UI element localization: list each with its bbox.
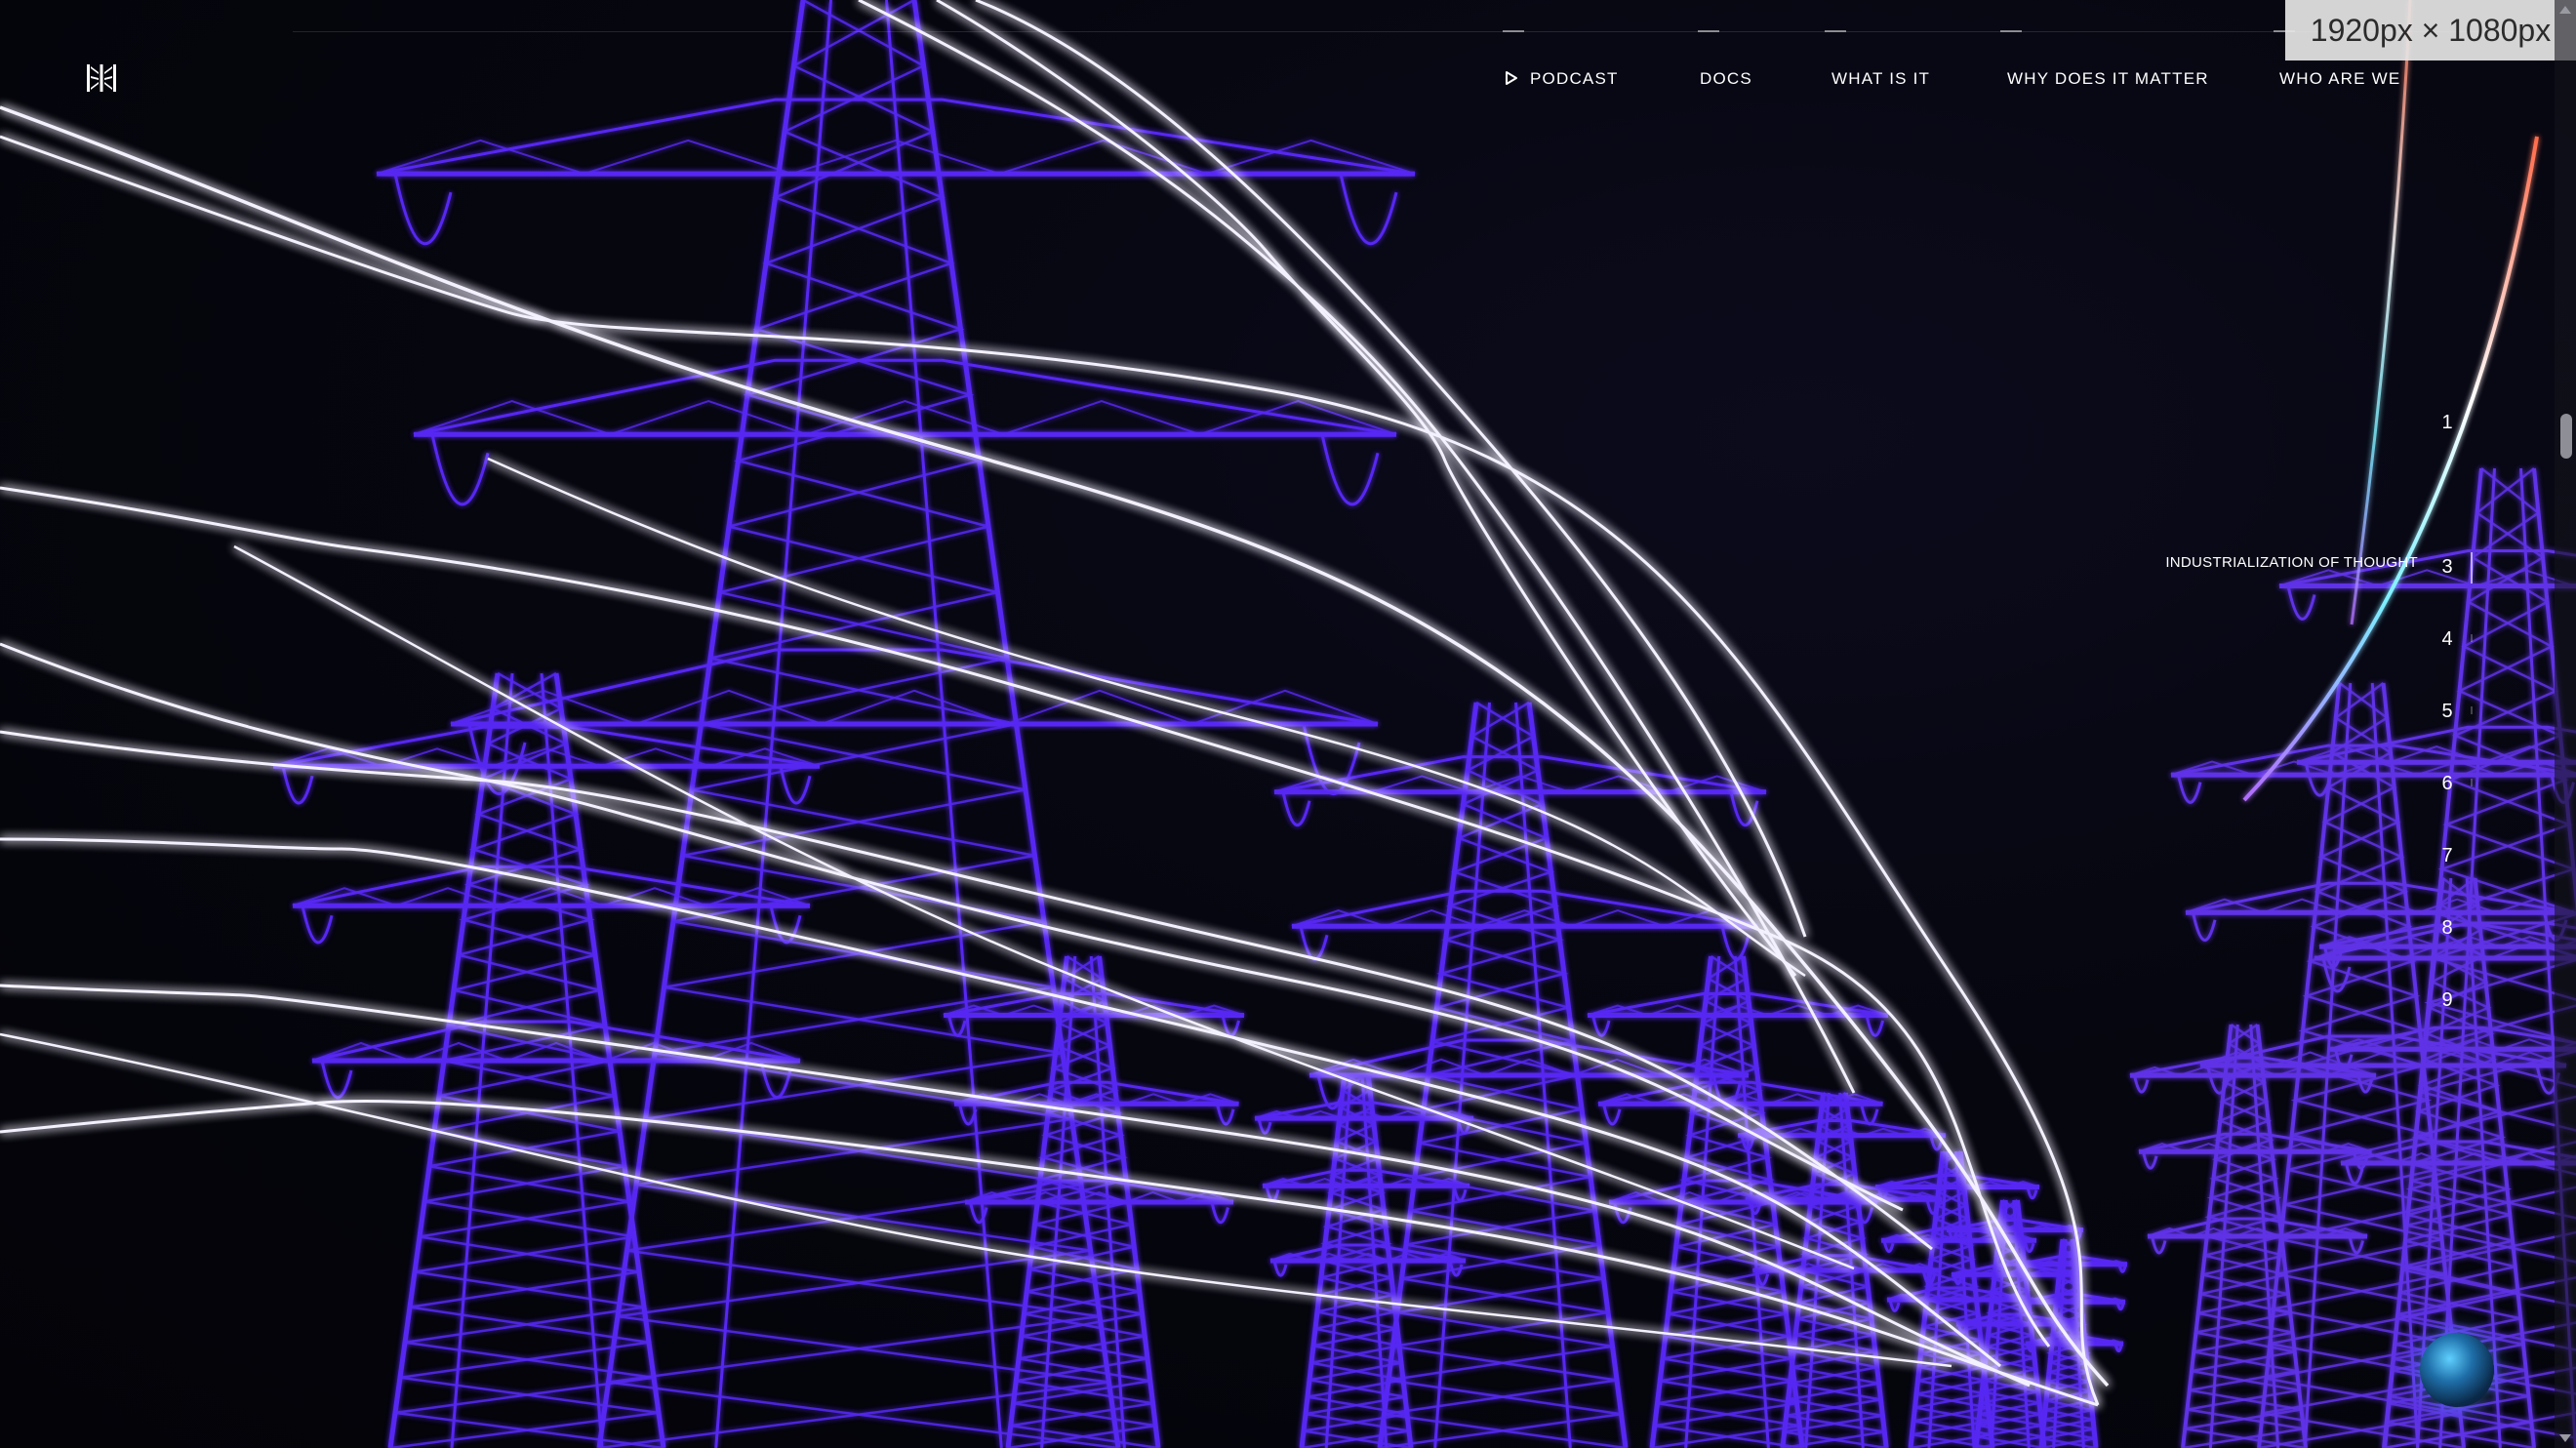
artwork-stroke [2142, 1150, 2158, 1170]
artwork-stroke [311, 1041, 801, 1063]
artwork-stroke [1591, 1015, 1611, 1037]
scrollbar-thumb[interactable] [2560, 414, 2572, 459]
artwork-stroke [1221, 1015, 1240, 1037]
section-tick [2471, 779, 2473, 786]
artwork-stroke [450, 689, 1379, 726]
active-section-label: INDUSTRIALIZATION OF THOUGHT [2165, 554, 2418, 571]
play-icon [1506, 71, 1517, 86]
section-link-6[interactable]: 6 [2437, 773, 2457, 795]
nav-docs-label: DOCS [1700, 69, 1752, 88]
artwork-stroke [1281, 791, 1311, 826]
nav-docs[interactable]: DOCS [1700, 64, 1752, 94]
artwork-stroke [393, 173, 453, 245]
artwork-stroke [413, 358, 1397, 436]
artwork-stroke [964, 1179, 1234, 1204]
viewport-size-badge: 1920px × 1080px [2285, 0, 2576, 60]
artwork-stroke [1210, 1201, 1229, 1225]
artwork-stroke [947, 1015, 967, 1037]
artwork-stroke [2151, 1235, 2167, 1255]
section-link-5[interactable]: 5 [2437, 701, 2457, 723]
power-lines-artwork [0, 0, 2576, 1448]
grid-logo-icon [87, 64, 116, 92]
section-tick [2471, 634, 2473, 642]
artwork-stroke [1720, 925, 1751, 961]
artwork-stroke [0, 135, 2100, 1406]
artwork-stroke [320, 1060, 353, 1099]
artwork-stroke [292, 865, 811, 907]
artwork-stroke [1308, 1038, 1750, 1077]
nav-who-are-we-label: WHO ARE WE [2279, 69, 2401, 88]
globe-orb-icon[interactable] [2420, 1333, 2494, 1407]
nav-who-are-we[interactable]: WHO ARE WE [2279, 64, 2400, 94]
section-link-1[interactable]: 1 [2437, 412, 2457, 434]
artwork-stroke [2286, 585, 2316, 621]
artwork-stroke [1339, 173, 1398, 245]
scroll-down-arrow-icon[interactable] [2559, 1434, 2571, 1442]
artwork-stroke [281, 765, 314, 805]
artwork-stroke [430, 433, 490, 506]
artwork-stroke [1320, 433, 1380, 506]
nav-why-does-it-matter[interactable]: WHY DOES IT MATTER [2007, 64, 2209, 94]
logo-link[interactable] [86, 62, 117, 94]
artwork-stroke [450, 648, 1379, 726]
section-tick [2471, 706, 2473, 714]
top-progress-rule [293, 31, 2537, 32]
artwork-stroke [1299, 925, 1329, 961]
artwork-stroke [1602, 1103, 1622, 1126]
artwork-stroke [1865, 1015, 1884, 1037]
artwork-stroke [301, 905, 334, 945]
artwork-stroke [1216, 1103, 1235, 1126]
artwork-stroke [2348, 1235, 2364, 1255]
nav-podcast-label: PODCAST [1530, 69, 1619, 88]
artwork-stroke [1302, 723, 1361, 795]
section-link-3[interactable]: 3 [2437, 556, 2457, 579]
section-link-8[interactable]: 8 [2437, 917, 2457, 940]
nav-why-does-it-matter-label: WHY DOES IT MATTER [2007, 69, 2209, 88]
artwork-stroke [2177, 774, 2202, 804]
section-link-7[interactable]: 7 [2437, 845, 2457, 867]
nav-podcast[interactable]: PODCAST [1505, 64, 1619, 94]
artwork-stroke [1860, 1103, 1879, 1126]
page-scrollbar[interactable] [2555, 0, 2576, 1448]
section-navigation: 1 3 4 5 6 7 8 9 [2430, 390, 2488, 1034]
artwork-stroke [2192, 911, 2217, 942]
nav-what-is-it-label: WHAT IS IT [1831, 69, 1931, 88]
section-active-marker [2471, 552, 2473, 583]
scroll-up-arrow-icon[interactable] [2559, 6, 2571, 14]
artwork-stroke [413, 399, 1397, 436]
page-viewport: PODCAST DOCS WHAT IS IT WHY DOES IT MATT… [0, 0, 2576, 1448]
section-link-4[interactable]: 4 [2437, 628, 2457, 651]
section-link-9[interactable]: 9 [2437, 989, 2457, 1012]
artwork-stroke [2133, 1074, 2150, 1094]
nav-what-is-it[interactable]: WHAT IS IT [1831, 64, 1930, 94]
